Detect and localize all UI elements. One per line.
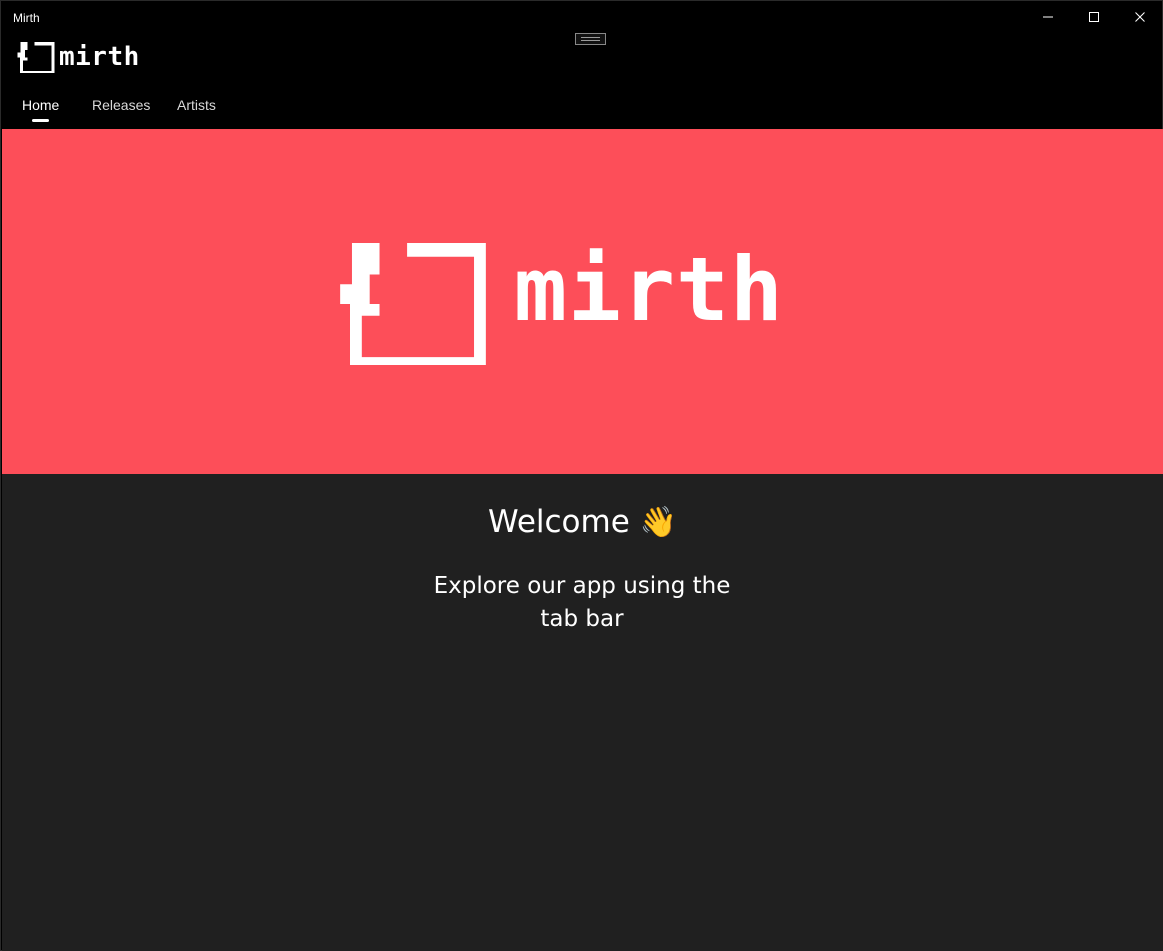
tab-releases[interactable]: Releases [92, 97, 150, 113]
title-bar[interactable]: Mirth [1, 1, 1162, 33]
app-window: Mirth mirth Home Releases Artists mirth … [0, 0, 1163, 951]
tab-artists[interactable]: Artists [177, 97, 216, 113]
app-logo-text: mirth [59, 42, 140, 72]
welcome-heading: Welcome 👋 [2, 504, 1163, 540]
close-icon [1135, 12, 1145, 22]
maximize-icon [1089, 12, 1099, 22]
mirth-logo-icon [340, 242, 486, 365]
hero-banner: mirth [2, 129, 1163, 474]
active-tab-indicator [32, 119, 49, 122]
maximize-button[interactable] [1071, 1, 1117, 33]
welcome-subtitle: Explore our app using the tab bar [433, 573, 731, 632]
welcome-text: Welcome [487, 504, 630, 540]
minimize-icon [1043, 16, 1053, 18]
tab-home[interactable]: Home [22, 97, 59, 113]
mirth-logo-icon [17, 42, 55, 73]
drag-handle-icon[interactable] [575, 33, 606, 45]
main-content: Welcome 👋 Explore our app using the tab … [2, 474, 1163, 951]
waving-hand-icon: 👋 [639, 505, 678, 540]
close-button[interactable] [1117, 1, 1163, 33]
minimize-button[interactable] [1025, 1, 1071, 33]
window-title: Mirth [13, 11, 40, 25]
hero-logo-text: mirth [514, 238, 784, 341]
